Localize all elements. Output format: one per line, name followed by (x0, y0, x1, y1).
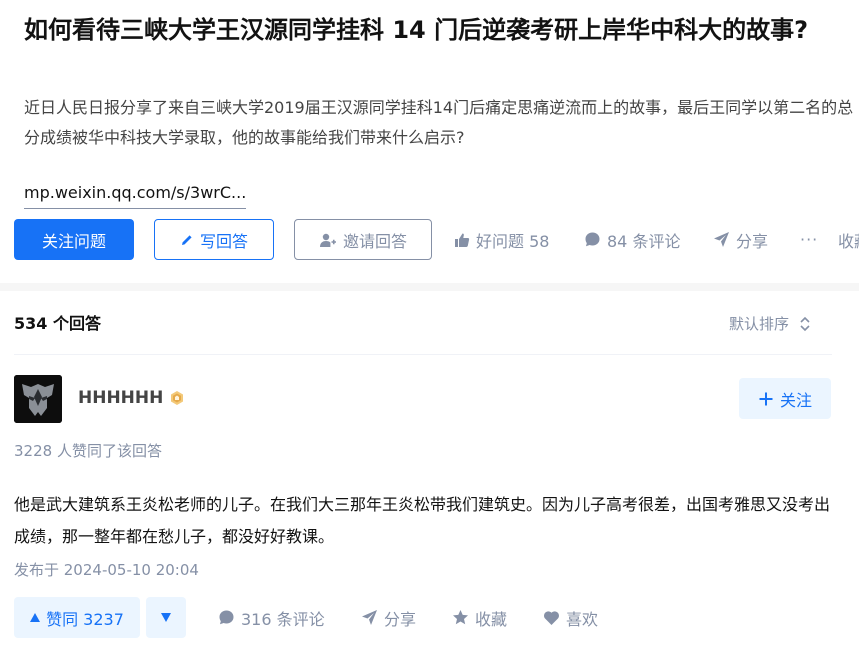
heart-icon (543, 610, 560, 626)
sort-chevrons-icon (799, 316, 811, 332)
good-question-label: 好问题 58 (476, 231, 550, 251)
upvote-label: 赞同 3237 (46, 609, 124, 629)
answer-actions: 赞同 3237 316 条评论 分享 收藏 喜欢 (14, 597, 859, 638)
thumbs-up-icon (454, 232, 470, 248)
pencil-icon (180, 233, 194, 247)
good-question-button[interactable]: 好问题 58 (454, 219, 549, 260)
follow-author-label: 关注 (779, 390, 812, 410)
triangle-down-icon (161, 613, 171, 622)
answer-share-button[interactable]: 分享 (361, 597, 416, 638)
question-share-button[interactable]: 分享 (713, 219, 768, 260)
plus-icon (758, 391, 774, 407)
question-actions: 关注问题 写回答 邀请回答 好问题 58 84 条评论 分享 ··· 收 (14, 219, 859, 260)
add-person-icon (319, 232, 337, 248)
answer-like-button[interactable]: 喜欢 (543, 597, 598, 638)
comment-icon (218, 609, 235, 626)
question-title[interactable]: 如何看待三峡大学王汉源同学挂科 14 门后逆袭考研上岸华中科大的故事? (24, 10, 854, 50)
answer-content: 他是武大建筑系王炎松老师的儿子。在我们大三那年王炎松带我们建筑史。因为儿子高考很… (14, 495, 831, 546)
answer-like-label: 喜欢 (566, 609, 599, 629)
question-link[interactable]: mp.weixin.qq.com/s/3wrC... (24, 178, 247, 209)
invite-answer-label: 邀请回答 (342, 231, 407, 251)
upvote-summary: 3228 人赞同了该回答 (14, 442, 162, 460)
question-description: 近日人民日报分享了来自三峡大学2019届王汉源同学挂科14门后痛定思痛逆流而上的… (24, 98, 854, 147)
answer-collect-label: 收藏 (475, 609, 508, 629)
write-answer-label: 写回答 (199, 231, 248, 251)
avatar[interactable] (14, 375, 62, 423)
comment-icon (584, 231, 601, 248)
answer-count: 534 个回答 (14, 314, 101, 333)
transformer-logo-icon (14, 375, 62, 423)
answer-collect-button[interactable]: 收藏 (452, 597, 507, 638)
follow-question-label: 关注问题 (41, 231, 106, 251)
share-plane-icon (361, 609, 378, 626)
publish-time[interactable]: 发布于 2024-05-10 20:04 (14, 558, 199, 582)
more-options-button[interactable]: ··· (800, 219, 818, 260)
answer-share-label: 分享 (384, 609, 417, 629)
answer-comments-button[interactable]: 316 条评论 (218, 597, 325, 638)
question-comments-label: 84 条评论 (607, 231, 681, 251)
follow-author-button[interactable]: 关注 (739, 378, 831, 419)
author-name-text: HHHHHH (78, 388, 164, 408)
question-collect-button[interactable]: 收藏 (838, 219, 859, 260)
answer-comments-label: 316 条评论 (241, 609, 325, 629)
question-share-label: 分享 (736, 231, 769, 251)
author-name[interactable]: HHHHHH (78, 386, 185, 410)
share-plane-icon (713, 231, 730, 248)
sort-dropdown[interactable]: 默认排序 (729, 313, 811, 335)
creator-badge-icon (169, 390, 185, 406)
question-collect-label: 收藏 (838, 231, 859, 251)
more-options-label: ··· (800, 230, 819, 249)
question-card: 如何看待三峡大学王汉源同学挂科 14 门后逆袭考研上岸华中科大的故事? 近日人民… (0, 0, 859, 283)
follow-question-button[interactable]: 关注问题 (14, 219, 134, 260)
invite-answer-button[interactable]: 邀请回答 (294, 219, 432, 260)
triangle-up-icon (30, 613, 41, 622)
star-icon (452, 609, 469, 626)
downvote-button[interactable] (146, 597, 186, 638)
write-answer-button[interactable]: 写回答 (154, 219, 274, 260)
sort-label: 默认排序 (729, 315, 790, 333)
divider (14, 354, 832, 355)
answers-card: 534 个回答 默认排序 HHHHHH 关注 3228 人赞同了该回答 他是武大… (0, 291, 859, 653)
upvote-button[interactable]: 赞同 3237 (14, 597, 140, 638)
question-comments-button[interactable]: 84 条评论 (584, 219, 680, 260)
